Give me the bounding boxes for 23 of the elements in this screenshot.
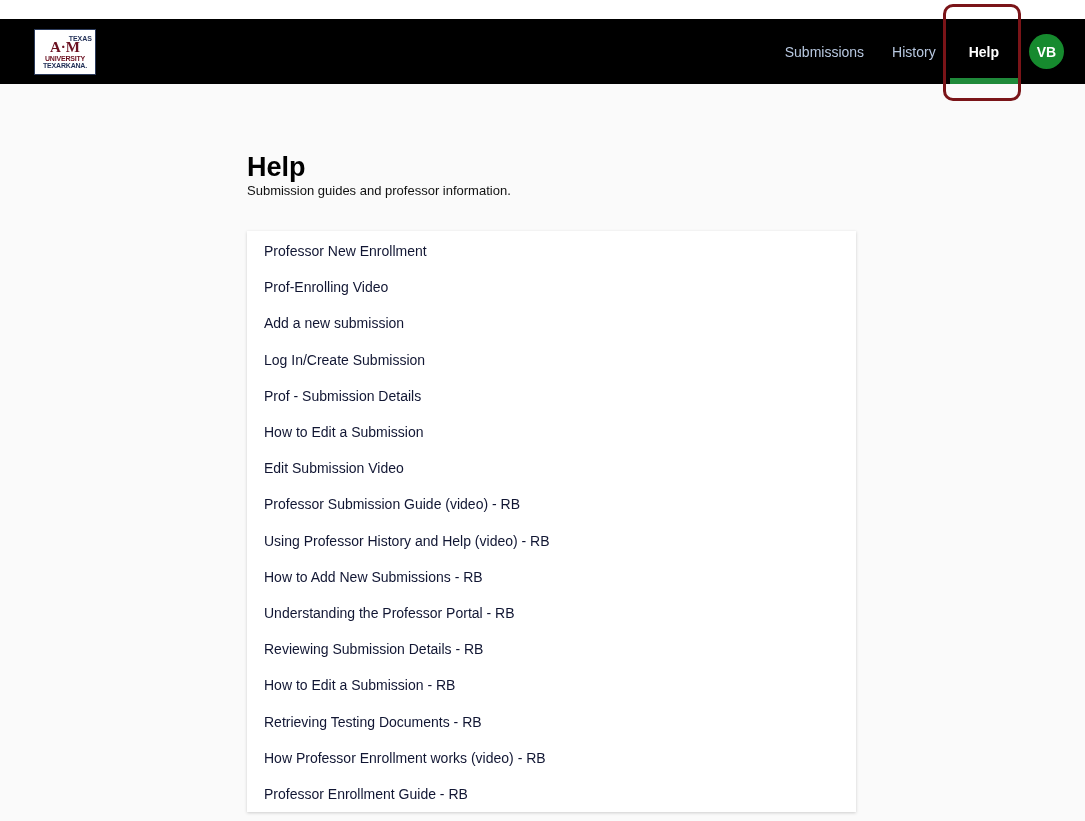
guide-link[interactable]: Using Professor History and Help (video) - RB	[264, 522, 550, 559]
page-title: Help	[247, 152, 306, 182]
nav-tab[interactable]: History	[878, 19, 950, 84]
guide-link[interactable]: How Professor Enrollment works (video) - RB	[264, 739, 546, 776]
page-subtitle: Submission guides and professor information.	[247, 183, 511, 198]
guide-link[interactable]: Edit Submission Video	[264, 450, 404, 487]
guide-link[interactable]: Professor Enrollment Guide - RB	[264, 775, 468, 812]
guide-link[interactable]: Log In/Create Submission	[264, 341, 426, 378]
guide-link[interactable]: Add a new submission	[264, 305, 405, 342]
guide-link[interactable]: Reviewing Submission Details - RB	[264, 631, 484, 668]
user-avatar[interactable]: VB	[1029, 34, 1064, 69]
nav-tab[interactable]: Help	[949, 19, 1018, 84]
logo-text: A·M	[50, 39, 80, 55]
guide-link[interactable]: How to Edit a Submission - RB	[264, 667, 456, 704]
guide-link[interactable]: Professor New Enrollment	[264, 233, 427, 270]
guide-link[interactable]: Prof-Enrolling Video	[264, 269, 389, 306]
nav-tab[interactable]: Submissions	[770, 19, 879, 84]
guide-link[interactable]: Retrieving Testing Documents - RB	[264, 703, 482, 740]
guide-link[interactable]: Professor Submission Guide (video) - RB	[264, 486, 520, 523]
guide-link[interactable]: How to Edit a Submission	[264, 413, 424, 451]
guide-link[interactable]: Prof - Submission Details	[264, 377, 422, 414]
guide-link[interactable]: How to Add New Submissions - RB	[264, 558, 483, 595]
guide-link[interactable]: Understanding the Professor Portal - RB	[264, 594, 515, 632]
